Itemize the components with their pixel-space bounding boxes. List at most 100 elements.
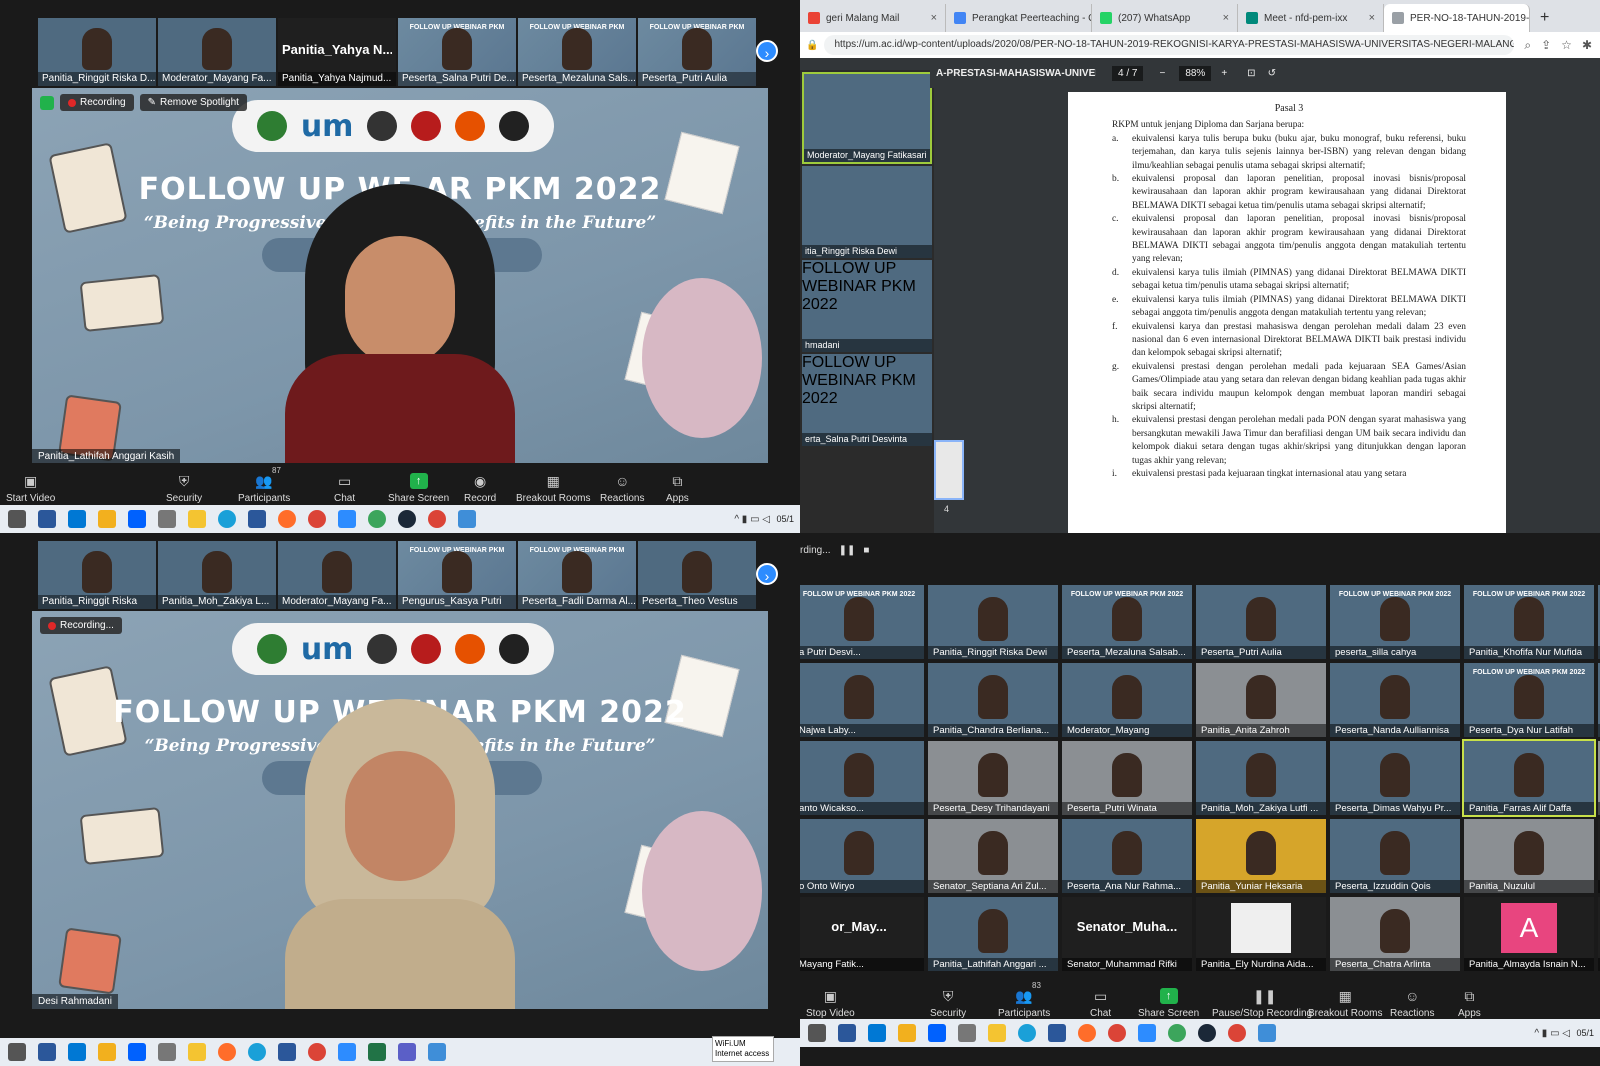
participant-tile[interactable]: Moderator_Mayang Fa... (278, 541, 396, 609)
participant-tile[interactable]: FOLLOW UP WEBINAR PKM 2022 erta_Salna Put… (802, 354, 932, 446)
app-icon[interactable] (158, 1043, 176, 1061)
close-icon[interactable]: × (1369, 12, 1375, 24)
folder-icon[interactable] (988, 1024, 1006, 1042)
teams-icon[interactable] (398, 1043, 416, 1061)
page-indicator[interactable]: 4 / 7 (1112, 65, 1144, 81)
recording-badge[interactable]: Recording... (40, 617, 122, 634)
participant-tile[interactable]: Peserta_Chatra Arlinta (1330, 897, 1460, 971)
participant-tile[interactable]: Moderator_Mayang Fatikasari (802, 72, 932, 164)
security-button[interactable]: ⛨ Security (930, 979, 966, 1019)
participant-tile[interactable]: FOLLOW UP WEBINAR PKM 2022Peserta_Mezalu… (1062, 585, 1192, 659)
participant-tile[interactable]: FOLLOW UP WEBINAR PKM 2022Peserta_Salna … (398, 18, 516, 86)
dropbox-icon[interactable] (128, 1043, 146, 1061)
participant-tile[interactable]: FOLLOW UP WEBINAR PKM 2022 Peserta_Dya Nu… (1464, 663, 1594, 737)
participant-tile[interactable]: Peserta_Desy Trihandayani (928, 741, 1058, 815)
reactions-button[interactable]: ☺ Reactions (600, 464, 644, 504)
participant-tile[interactable]: FOLLOW UP WEBINAR PKM 2022 peserta_silla … (1330, 585, 1460, 659)
steam-icon[interactable] (398, 510, 416, 528)
stop-video-button[interactable]: ▣ Stop Video (806, 979, 855, 1019)
dropbox-icon[interactable] (128, 510, 146, 528)
participants-button[interactable]: 87 👥 Participants (238, 464, 290, 504)
participant-tile[interactable]: Peserta_Putri Winata (1062, 741, 1192, 815)
mail-icon[interactable] (868, 1024, 886, 1042)
extension-icon[interactable]: ✱ (1582, 38, 1592, 53)
folder-icon[interactable] (188, 1043, 206, 1061)
app-icon[interactable] (158, 510, 176, 528)
dropbox-icon[interactable] (928, 1024, 946, 1042)
zoom-icon[interactable] (338, 1043, 356, 1061)
remove-spotlight-button[interactable]: ✎ Remove Spotlight (139, 94, 247, 111)
mail-icon[interactable] (68, 510, 86, 528)
system-tray[interactable]: ^ ▮ ▭ ◁ (734, 514, 770, 525)
participant-tile[interactable]: Panitia_Yuniar Heksaria (1196, 819, 1326, 893)
pause-icon[interactable]: ❚❚ (839, 545, 856, 556)
recording-badge[interactable]: Recording (60, 94, 134, 111)
participant-tile[interactable]: Senator_Muha... Senator_Muhammad Rifki (1062, 897, 1192, 971)
breakout-rooms-button[interactable]: ▦ Breakout Rooms (1308, 979, 1382, 1019)
word-icon[interactable] (1048, 1024, 1066, 1042)
participant-tile[interactable]: Panitia_Farras Alif Daffa (1462, 739, 1596, 817)
participant-tile[interactable]: Panitia_Ringgit Riska Dewi (928, 585, 1058, 659)
task-view-icon[interactable] (8, 510, 26, 528)
zoom-out-icon[interactable]: − (1159, 68, 1165, 79)
url-input[interactable] (824, 35, 1515, 55)
app-icon[interactable] (98, 1043, 116, 1061)
apps-button[interactable]: ⧉ Apps (666, 464, 689, 504)
participant-tile[interactable]: o Onto Wiryo (800, 819, 924, 893)
search-icon[interactable]: ⌕ (1524, 38, 1531, 53)
stop-icon[interactable]: ■ (863, 545, 869, 556)
participant-tile[interactable]: Peserta_Izzuddin Qois (1330, 819, 1460, 893)
share-icon[interactable]: ⇪ (1541, 38, 1551, 53)
app-icon[interactable] (958, 1024, 976, 1042)
participant-tile[interactable]: FOLLOW UP WEBINAR PKM 2022Peserta_Mezalu… (518, 18, 636, 86)
chat-button[interactable]: ▭ Chat (334, 464, 355, 504)
close-icon[interactable]: × (1223, 12, 1229, 24)
browser-tab[interactable]: (207) WhatsApp × (1092, 4, 1238, 32)
participant-tile[interactable]: Panitia_Yahya N... Panitia_Yahya Najmud..… (278, 18, 396, 86)
mail-icon[interactable] (68, 1043, 86, 1061)
participant-tile[interactable]: Panitia_Nuzulul (1464, 819, 1594, 893)
chrome-icon[interactable] (308, 1043, 326, 1061)
browser-tab[interactable]: geri Malang Mail × (800, 4, 946, 32)
participant-tile[interactable]: Panitia_Moh_Zakiya Lutfi ... (1196, 741, 1326, 815)
zoom-in-icon[interactable]: + (1221, 68, 1227, 79)
participant-tile[interactable]: Panitia_Chandra Berliana... (928, 663, 1058, 737)
participant-tile[interactable]: FOLLOW UP WEBINAR PKM 2022Peserta_Fadli … (518, 541, 636, 609)
participants-button[interactable]: 83 👥 Participants (998, 979, 1050, 1019)
app-icon[interactable] (38, 1043, 56, 1061)
participant-tile[interactable]: Peserta_Nanda Aulliannisa (1330, 663, 1460, 737)
browser-tab[interactable]: Perangkat Peerteaching - Group× (946, 4, 1092, 32)
word-icon[interactable] (278, 1043, 296, 1061)
photos-icon[interactable] (458, 510, 476, 528)
participant-tile[interactable]: Moderator_Mayang Fa... (158, 18, 276, 86)
browser-tab[interactable]: Meet - nfd-pem-ixx × (1238, 4, 1384, 32)
participant-tile[interactable]: or_May... Mayang Fatik... (800, 897, 924, 971)
participant-tile[interactable]: Senator_Septiana Ari Zul... (928, 819, 1058, 893)
apps-button[interactable]: ⧉ Apps (1458, 979, 1481, 1019)
record-button[interactable]: ◉ Record (464, 464, 496, 504)
photos-icon[interactable] (428, 1043, 446, 1061)
pause-recording-button[interactable]: ❚❚ Pause/Stop Recording (1212, 979, 1312, 1019)
edge-icon[interactable] (218, 510, 236, 528)
close-icon[interactable]: × (931, 12, 937, 24)
next-page-button[interactable]: › (756, 563, 778, 585)
folder-icon[interactable] (188, 510, 206, 528)
firefox-icon[interactable] (218, 1043, 236, 1061)
participant-tile[interactable]: Moderator_Mayang (1062, 663, 1192, 737)
system-tray[interactable]: ^ ▮ ▭ ◁ (1534, 1028, 1570, 1039)
participant-tile[interactable]: Panitia_Ringgit Riska D... (38, 18, 156, 86)
zoom-icon[interactable] (1138, 1024, 1156, 1042)
participant-tile[interactable]: Najwa Laby... (800, 663, 924, 737)
pdf-page-thumbnail[interactable] (934, 440, 964, 500)
participant-tile[interactable]: Panitia_Ringgit Riska (38, 541, 156, 609)
app-icon[interactable] (838, 1024, 856, 1042)
chrome-icon[interactable] (428, 510, 446, 528)
word-icon[interactable] (248, 510, 266, 528)
chrome-icon[interactable] (1228, 1024, 1246, 1042)
chrome-icon[interactable] (1108, 1024, 1126, 1042)
next-page-button[interactable]: › (756, 40, 778, 62)
breakout-rooms-button[interactable]: ▦ Breakout Rooms (516, 464, 590, 504)
firefox-icon[interactable] (278, 510, 296, 528)
participant-tile[interactable]: Peserta_Dimas Wahyu Pr... (1330, 741, 1460, 815)
app-icon[interactable] (38, 510, 56, 528)
